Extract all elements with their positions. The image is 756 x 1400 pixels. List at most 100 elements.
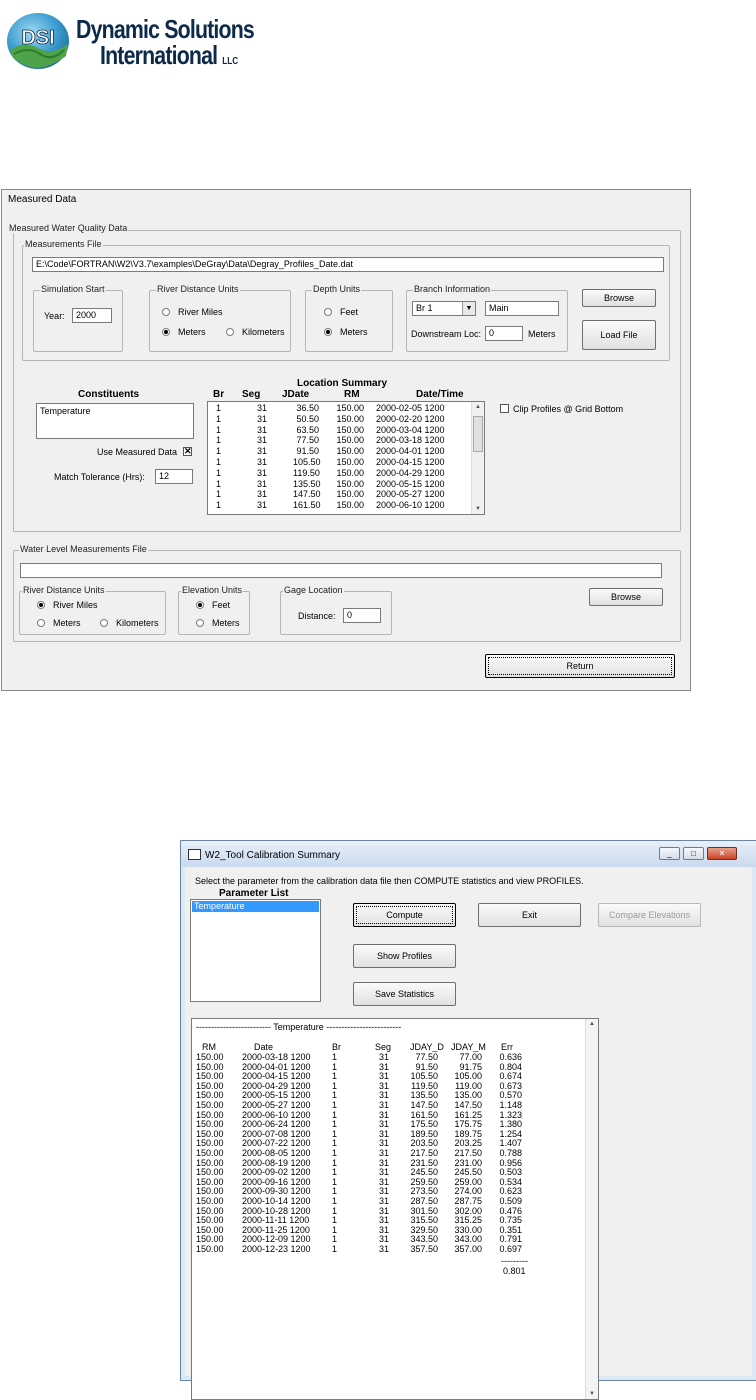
measurements-file-input[interactable]: E:\Code\FORTRAN\W2\V3.7\examples\DeGray\… [32, 257, 664, 272]
compute-button[interactable]: Compute [353, 903, 456, 927]
wl-meters-radio[interactable] [37, 619, 45, 627]
statistics-cell: 302.00 [454, 1205, 482, 1216]
statistics-cell: 245.50 [410, 1167, 438, 1178]
statistics-cell: 217.50 [410, 1148, 438, 1158]
statistics-cell: 0.534 [499, 1176, 522, 1187]
load-file-button[interactable]: Load File [582, 320, 656, 350]
wl-river-miles-radio[interactable] [37, 601, 45, 609]
location-cell: 31 [256, 500, 267, 511]
statistics-row: 150.00 2000-05-27 1200 1 31 147.50 147.50 1.14… [192, 1100, 584, 1110]
statistics-cell: 150.00 [196, 1119, 224, 1130]
river-miles-radio[interactable] [162, 308, 170, 316]
statistics-scrollbar[interactable]: ▲ ▼ [585, 1019, 598, 1399]
statistics-cell: 1 [332, 1119, 338, 1130]
statistics-cell: 31 [378, 1157, 389, 1168]
statistics-cell: 175.50 [410, 1119, 438, 1130]
location-cell: 150.00 [336, 500, 364, 511]
match-tolerance-input[interactable]: 12 [155, 469, 193, 484]
statistics-cell: 2000-10-28 1200 [242, 1205, 311, 1216]
scroll-down-icon[interactable]: ▼ [472, 504, 484, 514]
parameter-item-selected[interactable]: Temperature [192, 901, 319, 912]
location-row[interactable]: 1 31 77.50 150.00 2000-03-18 1200 [208, 435, 474, 446]
statistics-row: 150.00 2000-04-15 1200 1 31 105.50 105.00 0.67… [192, 1071, 584, 1081]
chevron-down-icon[interactable]: ▼ [462, 302, 475, 315]
svg-text:DSI: DSI [21, 27, 54, 49]
exit-button[interactable]: Exit [478, 903, 581, 927]
statistics-cell: 119.50 [411, 1080, 438, 1091]
use-measured-label: Use Measured Data [97, 447, 178, 457]
branch-group: Branch Information Br 1 ▼ Main Downstrea… [406, 284, 568, 352]
sim-start-label: Simulation Start [40, 284, 106, 294]
elev-meters-radio[interactable] [196, 619, 204, 627]
statistics-cell: 31 [378, 1080, 389, 1091]
location-row[interactable]: 1 31 36.50 150.00 2000-02-05 1200 [208, 403, 474, 414]
depth-meters-radio[interactable] [324, 328, 332, 336]
statistics-output[interactable]: ------------------------- Temperature --… [191, 1018, 599, 1400]
wl-browse-button[interactable]: Browse [589, 588, 663, 606]
statistics-cell: 150.00 [196, 1100, 224, 1110]
statistics-cell: 31 [378, 1234, 389, 1245]
save-statistics-button[interactable]: Save Statistics [353, 982, 456, 1006]
location-row[interactable]: 1 31 91.50 150.00 2000-04-01 1200 [208, 446, 474, 457]
return-button[interactable]: Return [485, 654, 675, 678]
minimize-icon[interactable]: _ [659, 847, 680, 860]
stats-scroll-down-icon[interactable]: ▼ [586, 1389, 598, 1399]
wl-file-input[interactable] [20, 563, 662, 578]
statistics-cell: 1 [332, 1157, 338, 1168]
company-logo: DSI Dynamic Solutions International LLC [4, 8, 284, 74]
year-input[interactable]: 2000 [72, 308, 112, 323]
statistics-row: 150.00 2000-03-18 1200 1 31 77.50 77.00 0.636 [192, 1052, 584, 1062]
use-measured-checkbox[interactable]: ✕ [183, 447, 192, 456]
constituent-item[interactable]: Temperature [40, 406, 91, 416]
location-cell: 2000-05-27 1200 [376, 489, 445, 500]
parameter-list[interactable]: Temperature [190, 899, 321, 1002]
scroll-up-icon[interactable]: ▲ [472, 402, 484, 412]
statistics-cell: 31 [378, 1186, 389, 1197]
statistics-row: 150.00 2000-12-09 1200 1 31 343.50 343.00 0.79… [192, 1234, 584, 1244]
location-row[interactable]: 1 31 119.50 150.00 2000-04-29 1200 [208, 468, 474, 479]
river-units-label: River Distance Units [156, 284, 240, 294]
show-profiles-button[interactable]: Show Profiles [353, 944, 456, 968]
distance-input[interactable]: 0 [343, 608, 381, 623]
statistics-row: 150.00 2000-06-24 1200 1 31 175.50 175.75 1.38… [192, 1119, 584, 1129]
file-group-label: Measurements File [24, 239, 103, 249]
kilometers-radio[interactable] [226, 328, 234, 336]
wl-kilometers-radio[interactable] [100, 619, 108, 627]
maximize-icon[interactable]: □ [683, 847, 704, 860]
location-cell: 135.50 [293, 478, 321, 489]
branch-name-input[interactable]: Main [485, 301, 559, 316]
depth-feet-radio[interactable] [324, 308, 332, 316]
statistics-row: 150.00 2000-08-05 1200 1 31 217.50 217.50 0.78… [192, 1148, 584, 1158]
location-scrollbar[interactable]: ▲ ▼ [471, 402, 484, 514]
location-summary-list[interactable]: 1 31 36.50 150.00 2000-02-05 1200 1 31 50.50 150… [207, 401, 485, 515]
location-row[interactable]: 1 31 50.50 150.00 2000-02-20 1200 [208, 414, 474, 425]
statistics-cell: 315.50 [410, 1215, 438, 1226]
statistics-cell: 105.50 [410, 1071, 438, 1082]
col-date: Date [254, 1042, 274, 1052]
location-cell: 31 [256, 467, 267, 478]
downstream-input[interactable]: 0 [485, 326, 523, 341]
statistics-cell: 161.25 [454, 1109, 482, 1120]
app-icon [188, 849, 201, 860]
statistics-cell: 150.00 [196, 1080, 224, 1091]
scroll-thumb[interactable] [473, 416, 483, 452]
browse-button[interactable]: Browse [582, 289, 656, 307]
location-row[interactable]: 1 31 135.50 150.00 2000-05-15 1200 [208, 479, 474, 490]
constituents-list[interactable]: Temperature [36, 403, 194, 439]
statistics-cell: 274.00 [454, 1186, 482, 1197]
statistics-header-row: RM Date Br Seg JDAY_D JDAY_M Err [192, 1042, 584, 1052]
location-row[interactable]: 1 31 147.50 150.00 2000-05-27 1200 [208, 489, 474, 500]
meters-radio[interactable] [162, 328, 170, 336]
close-icon[interactable]: ✕ [707, 847, 737, 860]
stats-scroll-up-icon[interactable]: ▲ [586, 1019, 598, 1029]
calibration-title: W2_Tool Calibration Summary [205, 850, 341, 861]
location-cell: 1 [216, 500, 222, 511]
branch-select[interactable]: Br 1 ▼ [412, 301, 476, 316]
statistics-cell: 1.254 [499, 1128, 522, 1139]
clip-profiles-checkbox[interactable] [500, 404, 509, 413]
elev-feet-radio[interactable] [196, 601, 204, 609]
statistics-cell: 150.00 [196, 1196, 224, 1206]
location-row[interactable]: 1 31 105.50 150.00 2000-04-15 1200 [208, 457, 474, 468]
location-row[interactable]: 1 31 63.50 150.00 2000-03-04 1200 [208, 425, 474, 436]
location-row[interactable]: 1 31 161.50 150.00 2000-06-10 1200 [208, 500, 474, 511]
